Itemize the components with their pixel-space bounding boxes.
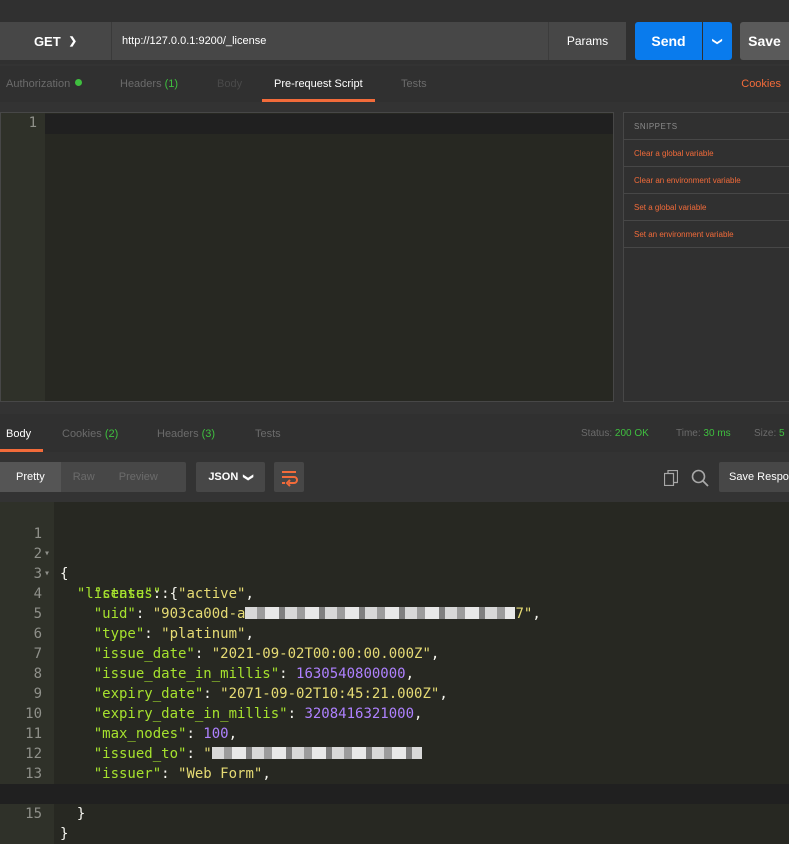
line-number: 15 bbox=[25, 806, 42, 822]
brace: } bbox=[60, 826, 69, 842]
request-bar: GET ❯ http://127.0.0.1:9200/_license Par… bbox=[0, 0, 789, 64]
code-line: 14 } bbox=[0, 764, 789, 822]
editor-line-number: 1 bbox=[28, 115, 37, 131]
pretty-button[interactable]: Pretty bbox=[0, 462, 61, 492]
response-tab-cookies-label: Cookies bbox=[62, 428, 102, 440]
format-select[interactable]: JSON ❯ bbox=[196, 462, 265, 492]
editor-gutter bbox=[1, 113, 45, 401]
time-meta: Time: 30 ms bbox=[676, 414, 731, 454]
response-tab-cookies-count: (2) bbox=[104, 428, 119, 440]
size-meta: Size: 5 bbox=[754, 414, 785, 454]
raw-button[interactable]: Raw bbox=[61, 462, 107, 492]
response-body[interactable]: 1 ▾ { 2 ▾ "license": { 3 "status": "acti… bbox=[0, 502, 789, 844]
request-tabs: Authorization Headers (1) Body Pre-reque… bbox=[0, 66, 789, 102]
params-button[interactable]: Params bbox=[548, 22, 626, 60]
method-label: GET bbox=[33, 33, 61, 49]
snippet-clear-global[interactable]: Clear a global variable bbox=[624, 140, 789, 167]
save-button[interactable]: Save bbox=[740, 22, 789, 60]
tab-body[interactable]: Body bbox=[217, 66, 242, 102]
size-value: 5 bbox=[779, 428, 785, 439]
code-line: 2 ▾ "license": { bbox=[0, 524, 789, 602]
response-tab-tests[interactable]: Tests bbox=[255, 414, 281, 452]
snippets-title: SNIPPETS bbox=[624, 113, 789, 140]
chevron-down-icon: ❯ bbox=[68, 35, 78, 47]
code-line: 6 "issue_date": "2021-09-02T00:00:00.000… bbox=[0, 604, 789, 662]
save-response-button[interactable]: Save Response bbox=[719, 462, 789, 492]
code-line: 10 "max_nodes": 100, bbox=[0, 684, 789, 742]
chevron-down-icon: ❯ bbox=[242, 472, 254, 482]
code-line: 7 "issue_date_in_millis": 1630540800000, bbox=[0, 624, 789, 682]
snippet-clear-environment[interactable]: Clear an environment variable bbox=[624, 167, 789, 194]
code-line: 15 } bbox=[0, 784, 789, 842]
tab-tests[interactable]: Tests bbox=[401, 66, 427, 102]
wrap-lines-button[interactable] bbox=[274, 462, 304, 492]
snippet-set-environment[interactable]: Set an environment variable bbox=[624, 221, 789, 248]
url-input[interactable]: http://127.0.0.1:9200/_license bbox=[112, 22, 548, 60]
status-label: Status: bbox=[581, 428, 613, 439]
status-dot-icon bbox=[75, 79, 83, 86]
status-badge: 200 OK bbox=[614, 428, 649, 439]
code-line: 12 "issuer": "Web Form", bbox=[0, 724, 789, 782]
response-tabs: Body Cookies (2) Headers (3) Tests Statu… bbox=[0, 414, 789, 452]
format-label: JSON bbox=[208, 471, 239, 483]
response-tab-body[interactable]: Body bbox=[0, 414, 44, 452]
response-tab-cookies[interactable]: Cookies (2) bbox=[62, 414, 118, 452]
method-select[interactable]: GET ❯ bbox=[0, 22, 112, 60]
snippets-panel: SNIPPETS Clear a global variable Clear a… bbox=[623, 112, 789, 402]
code-line: 9 "expiry_date_in_millis": 3208416321000… bbox=[0, 664, 789, 722]
tab-headers-label: Headers bbox=[120, 78, 162, 90]
code-line: 11 "issued_to": " bbox=[0, 704, 789, 762]
preview-button[interactable]: Preview bbox=[107, 462, 170, 492]
wrap-lines-icon bbox=[282, 471, 298, 487]
script-editor[interactable]: 1 bbox=[0, 112, 614, 402]
copy-icon[interactable] bbox=[664, 470, 678, 486]
response-tab-headers-count: (3) bbox=[201, 428, 216, 440]
response-tab-headers[interactable]: Headers (3) bbox=[157, 414, 215, 452]
code-line: 3 "status": "active", bbox=[0, 544, 789, 602]
time-value: 30 ms bbox=[703, 428, 731, 439]
tab-headers[interactable]: Headers (1) bbox=[120, 66, 178, 102]
tab-headers-count: (1) bbox=[164, 78, 179, 90]
cookies-link[interactable]: Cookies bbox=[741, 66, 781, 102]
tab-authorization[interactable]: Authorization bbox=[6, 66, 83, 102]
code-line: 1 ▾ { bbox=[0, 504, 789, 582]
time-label: Time: bbox=[676, 428, 701, 439]
send-button[interactable]: Send bbox=[635, 22, 702, 60]
tab-pre-request-script[interactable]: Pre-request Script bbox=[262, 66, 375, 102]
view-mode-group: Pretty Raw Preview bbox=[0, 462, 186, 492]
code-line: 8 "expiry_date": "2071-09-02T10:45:21.00… bbox=[0, 644, 789, 702]
code-line: 13 "start_date_in_millis": 1630540800000 bbox=[0, 744, 789, 802]
brace: } bbox=[76, 806, 86, 822]
send-dropdown-button[interactable]: ❯ bbox=[703, 22, 732, 60]
status-meta: Status: 200 OK bbox=[581, 414, 649, 454]
url-text: http://127.0.0.1:9200/_license bbox=[122, 35, 267, 47]
editor-active-line bbox=[45, 114, 613, 134]
search-icon[interactable] bbox=[691, 469, 709, 487]
response-tab-headers-label: Headers bbox=[157, 428, 199, 440]
chevron-down-icon: ❯ bbox=[711, 36, 723, 46]
size-label: Size: bbox=[754, 428, 777, 439]
snippet-set-global[interactable]: Set a global variable bbox=[624, 194, 789, 221]
tab-authorization-label: Authorization bbox=[6, 78, 71, 90]
response-toolbar: Pretty Raw Preview JSON ❯ Save Response bbox=[0, 460, 789, 496]
code-line: 4 "uid": "903ca00d-a 7", bbox=[0, 564, 789, 622]
code-line: 5 "type": "platinum", bbox=[0, 584, 789, 642]
